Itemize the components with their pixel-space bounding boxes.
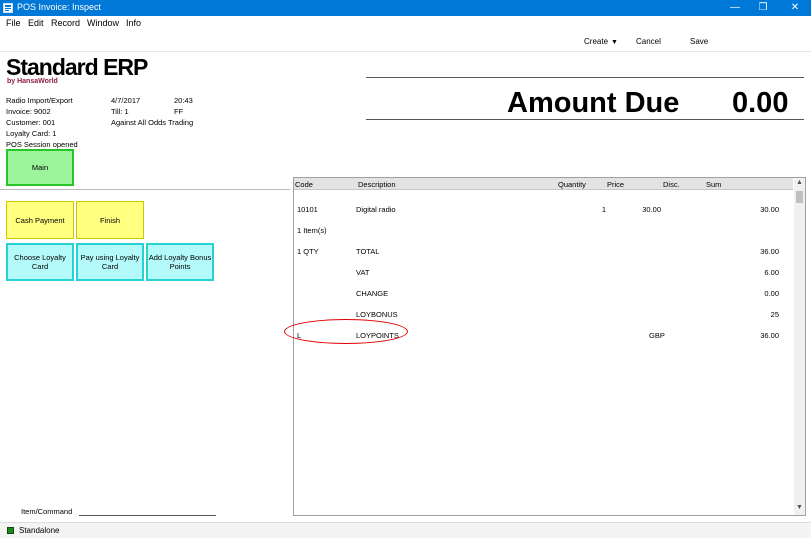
cell-description: VAT — [356, 268, 370, 277]
grid-header: Code Description Quantity Price Disc. Su… — [294, 178, 793, 190]
amount-due-label: Amount Due — [507, 87, 680, 119]
invoice-time: 20:43 — [174, 96, 193, 105]
cancel-button[interactable]: Cancel — [636, 37, 661, 46]
grid-scrollbar[interactable]: ▲ ▼ — [794, 178, 805, 515]
till-code: FF — [174, 107, 184, 116]
table-row[interactable]: 10101 Digital radio 1 30.00 30.00 — [294, 198, 793, 219]
menu-file[interactable]: File — [6, 18, 21, 28]
invoice-number: Invoice: 9002 — [6, 107, 51, 116]
table-row[interactable]: 1 QTY TOTAL 36.00 — [294, 240, 793, 261]
toolbar: Create ▼ Cancel Save — [0, 30, 811, 52]
menu-info[interactable]: Info — [126, 18, 141, 28]
amount-due-value: 0.00 — [732, 87, 789, 119]
cell-sum: 36.00 — [760, 247, 779, 256]
save-button[interactable]: Save — [690, 37, 708, 46]
create-label: Create — [584, 37, 609, 46]
status-bar: Standalone — [0, 522, 811, 538]
item-command-label: Item/Command — [21, 507, 73, 516]
menu-record[interactable]: Record — [51, 18, 80, 28]
invoice-date: 4/7/2017 — [111, 96, 141, 105]
minimize-button[interactable]: — — [720, 0, 750, 16]
logo: Standard ERP — [6, 54, 148, 80]
cell-price: GBP — [649, 331, 665, 340]
scroll-thumb[interactable] — [796, 191, 803, 203]
left-panel-divider — [0, 189, 290, 190]
header-code: Code — [295, 180, 313, 189]
create-button[interactable]: Create ▼ — [584, 37, 618, 46]
cell-sum: 36.00 — [760, 331, 779, 340]
cell-code: 10101 — [297, 205, 318, 214]
close-button[interactable]: ✕ — [780, 0, 810, 16]
session-status: POS Session opened — [6, 140, 78, 149]
header-price: Price — [607, 180, 625, 189]
cell-sum: 6.00 — [764, 268, 779, 277]
till-number: Till: 1 — [111, 107, 129, 116]
status-text: Standalone — [19, 526, 60, 535]
table-row[interactable]: 1 Item(s) — [294, 219, 793, 240]
header-quantity: Quantity — [558, 180, 586, 189]
header-description: Description — [358, 180, 396, 189]
window-title: POS Invoice: Inspect — [17, 2, 102, 12]
cash-payment-button[interactable]: Cash Payment — [6, 201, 74, 239]
cell-price: 30.00 — [642, 205, 661, 214]
scroll-down-icon[interactable]: ▼ — [794, 504, 805, 514]
cell-quantity: 1 — [601, 205, 606, 214]
cell-code: 1 Item(s) — [297, 226, 327, 235]
chevron-down-icon: ▼ — [611, 39, 618, 46]
cell-code: 1 QTY — [297, 247, 319, 256]
cell-sum: 25 — [770, 310, 779, 319]
customer-name: Against All Odds Trading — [111, 118, 194, 127]
cell-description: CHANGE — [356, 289, 389, 298]
finish-button[interactable]: Finish — [76, 201, 144, 239]
choose-loyalty-card-button[interactable]: Choose Loyalty Card — [6, 243, 74, 281]
highlight-ellipse — [284, 319, 408, 344]
table-row[interactable]: CHANGE 0.00 — [294, 282, 793, 303]
menu-edit[interactable]: Edit — [28, 18, 44, 28]
logo-subtitle: by HansaWorld — [7, 78, 58, 85]
add-loyalty-bonus-points-button[interactable]: Add Loyalty Bonus Points — [146, 243, 214, 281]
restore-button[interactable]: ❐ — [748, 0, 778, 16]
menu-bar: File Edit Record Window Info — [0, 16, 811, 30]
cell-sum: 30.00 — [760, 205, 779, 214]
header-disc: Disc. — [663, 180, 680, 189]
cell-description: Digital radio — [356, 205, 396, 214]
item-command-input[interactable] — [79, 504, 216, 516]
invoice-grid[interactable]: Code Description Quantity Price Disc. Su… — [293, 177, 806, 516]
cell-description: TOTAL — [356, 247, 380, 256]
header-sum: Sum — [706, 180, 722, 189]
pay-using-loyalty-card-button[interactable]: Pay using Loyalty Card — [76, 243, 144, 281]
table-row[interactable]: VAT 6.00 — [294, 261, 793, 282]
customer-number: Customer: 001 — [6, 118, 56, 127]
menu-window[interactable]: Window — [87, 18, 119, 28]
cell-description: LOYBONUS — [356, 310, 398, 319]
cell-sum: 0.00 — [764, 289, 779, 298]
status-indicator-icon — [7, 527, 14, 534]
scroll-up-icon[interactable]: ▲ — [794, 179, 805, 189]
title-bar: POS Invoice: Inspect — ❐ ✕ — [0, 0, 811, 16]
amount-top-divider — [366, 77, 804, 78]
app-icon — [3, 3, 13, 13]
main-button[interactable]: Main — [6, 149, 74, 186]
amount-bottom-divider — [366, 119, 804, 120]
loyalty-card-number: Loyalty Card: 1 — [6, 129, 57, 138]
company-name: Radio Import/Export — [6, 96, 73, 105]
